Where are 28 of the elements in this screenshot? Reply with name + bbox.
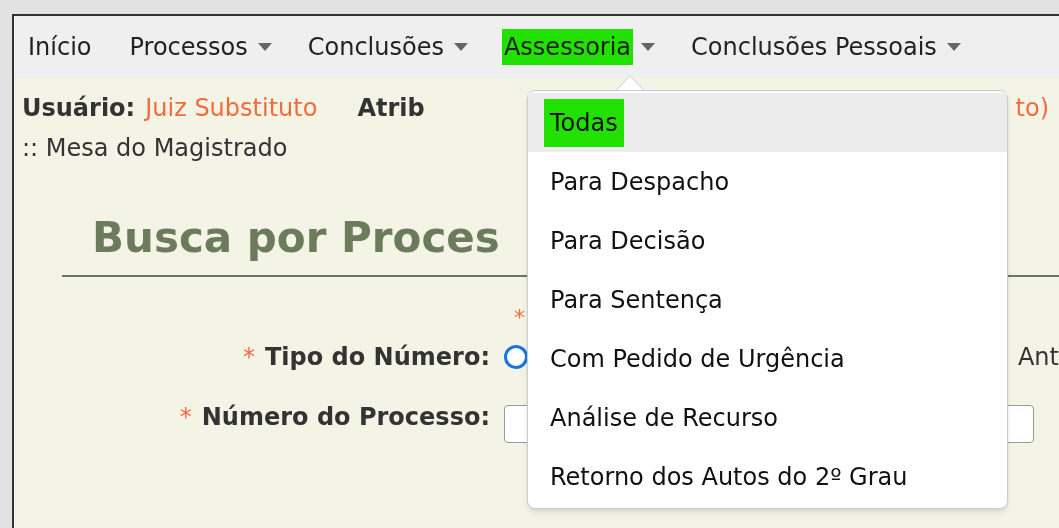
menu-item[interactable]: Processos [127,29,272,65]
required-mark: * [179,402,192,433]
dropdown-item[interactable]: Análise de Recurso [528,388,1007,447]
dropdown-item[interactable]: Com Pedido de Urgência [528,329,1007,388]
caret-icon [641,43,656,51]
dropdown-item[interactable]: Para Despacho [528,152,1007,211]
caret-icon [453,43,468,51]
menu-item[interactable]: Início [26,29,94,65]
user-name: Juiz Substituto [145,93,318,124]
menu-item[interactable]: Conclusões Pessoais [689,29,961,65]
dropdown-item[interactable]: Retorno dos Autos do 2º Grau [528,447,1007,506]
menu-item[interactable]: Conclusões [305,29,468,65]
radio-option-label: Ant [1017,342,1059,373]
caret-icon [257,43,272,51]
radio-button[interactable] [504,345,528,369]
required-mark: * [514,304,525,332]
required-mark: * [242,342,255,373]
field-label: Tipo do Número: [264,342,490,373]
caret-icon [946,43,961,51]
field-label: Número do Processo: [201,402,490,433]
dropdown-item[interactable]: Todas [528,93,1007,152]
attribution-label: Atrib [357,93,425,124]
dropdown-item[interactable]: Para Decisão [528,211,1007,270]
page-heading: Busca por Proces [91,213,500,262]
breadcrumb: :: Mesa do Magistrado [21,133,289,164]
dropdown-item[interactable]: Para Sentença [528,270,1007,329]
user-label: Usuário: [22,93,136,124]
attribution-value: to) [1015,93,1049,124]
